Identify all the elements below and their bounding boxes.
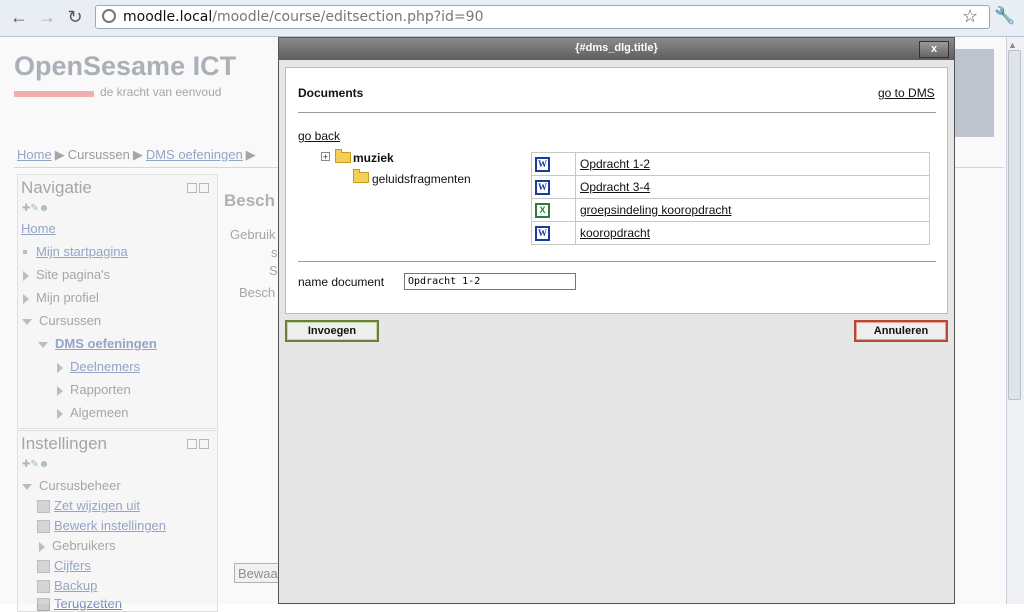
close-button[interactable]: x <box>919 41 949 58</box>
wrench-icon[interactable]: 🔧 <box>994 6 1015 26</box>
folder-icon <box>335 149 351 163</box>
doc-type-cell: W <box>531 175 576 199</box>
browser-toolbar: ← → ↻ moodle.local/moodle/course/editsec… <box>0 0 1024 37</box>
document-link[interactable]: Opdracht 3-4 <box>580 180 650 194</box>
name-document-label: name document <box>298 275 385 289</box>
table-row[interactable]: W Opdracht 3-4 <box>531 175 930 199</box>
doc-type-cell: W <box>531 221 576 245</box>
word-icon: W <box>535 225 550 241</box>
name-document-input[interactable] <box>404 273 576 290</box>
address-url: moodle.local/moodle/course/editsection.p… <box>123 9 484 25</box>
back-arrow-icon[interactable]: ← <box>8 6 30 28</box>
tree-folder-geluidsfragmenten[interactable]: geluidsfragmenten <box>372 172 471 186</box>
dms-dialog: {#dms_dlg.title} x Documents go to DMS g… <box>278 37 955 604</box>
divider <box>298 112 936 113</box>
word-icon: W <box>535 156 550 172</box>
doc-name-cell: kooropdracht <box>575 221 930 245</box>
dialog-body: Documents go to DMS go back + muziek gel… <box>285 67 948 314</box>
doc-type-cell: W <box>531 152 576 176</box>
dialog-titlebar[interactable]: {#dms_dlg.title} x <box>279 38 954 60</box>
folder-icon <box>353 169 369 183</box>
tree-folder-muziek[interactable]: muziek <box>353 151 394 165</box>
reload-icon[interactable]: ↻ <box>64 6 86 28</box>
globe-icon <box>102 9 116 23</box>
url-path: /moodle/course/editsection.php?id=90 <box>212 9 484 25</box>
documents-heading: Documents <box>298 86 364 100</box>
word-icon: W <box>535 179 550 195</box>
doc-type-cell: X <box>531 198 576 222</box>
doc-name-cell: groepsindeling kooropdracht <box>575 198 930 222</box>
address-bar[interactable]: moodle.local/moodle/course/editsection.p… <box>95 5 990 29</box>
table-row[interactable]: W kooropdracht <box>531 221 930 245</box>
bookmark-star-icon[interactable]: ☆ <box>962 6 978 27</box>
insert-button[interactable]: Invoegen <box>285 320 379 342</box>
scroll-up-icon[interactable]: ▲ <box>1008 40 1017 50</box>
document-link[interactable]: kooropdracht <box>580 226 650 240</box>
scrollbar-thumb[interactable] <box>1008 50 1021 400</box>
forward-arrow-icon[interactable]: → <box>36 6 58 28</box>
go-back-link[interactable]: go back <box>298 129 340 143</box>
document-link[interactable]: groepsindeling kooropdracht <box>580 203 731 217</box>
doc-name-cell: Opdracht 3-4 <box>575 175 930 199</box>
divider <box>298 261 936 262</box>
documents-table: W Opdracht 1-2 W Opdracht 3-4 X groepsin… <box>531 152 930 245</box>
table-row[interactable]: W Opdracht 1-2 <box>531 152 930 176</box>
document-link[interactable]: Opdracht 1-2 <box>580 157 650 171</box>
url-host: moodle.local <box>123 9 213 25</box>
dialog-title: {#dms_dlg.title} <box>575 42 658 54</box>
doc-name-cell: Opdracht 1-2 <box>575 152 930 176</box>
expand-plus-icon[interactable]: + <box>321 152 330 162</box>
excel-icon: X <box>535 202 550 218</box>
table-row[interactable]: X groepsindeling kooropdracht <box>531 198 930 222</box>
cancel-button[interactable]: Annuleren <box>854 320 948 342</box>
go-to-dms-link[interactable]: go to DMS <box>878 86 935 100</box>
